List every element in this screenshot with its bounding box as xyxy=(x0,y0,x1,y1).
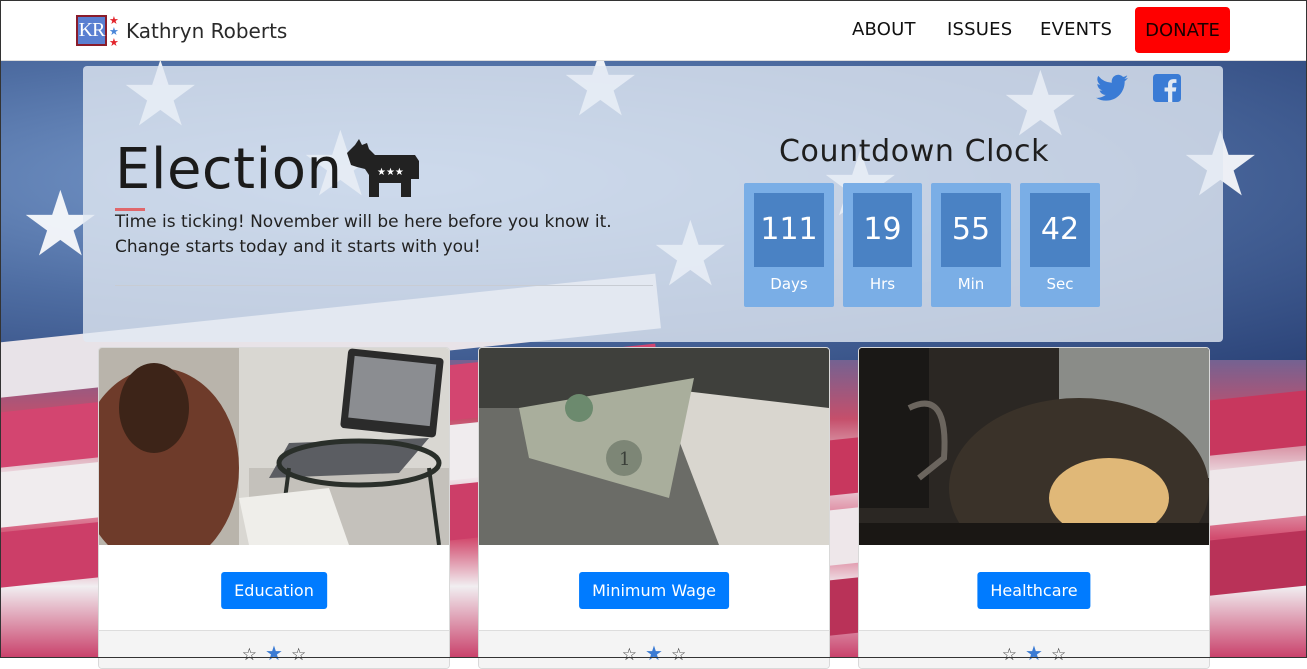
card-footer: ☆ ★ ☆ xyxy=(479,630,829,668)
facebook-icon[interactable] xyxy=(1153,74,1181,102)
star-outline-icon[interactable]: ☆ xyxy=(671,645,686,665)
star-outline-icon[interactable]: ☆ xyxy=(291,645,306,665)
countdown-hours: 19 Hrs xyxy=(843,183,922,307)
star-icon: ★ xyxy=(109,13,119,27)
logo-monogram: KR xyxy=(76,14,107,46)
mug-face-mask-photo xyxy=(859,348,1209,545)
countdown-seconds-value: 42 xyxy=(1030,193,1090,267)
countdown-minutes-label: Min xyxy=(957,275,985,293)
star-filled-icon[interactable]: ★ xyxy=(265,641,283,665)
countdown-days: 111 Days xyxy=(744,183,834,307)
student-laptop-photo xyxy=(99,348,449,545)
svg-text:★★★: ★★★ xyxy=(377,167,404,178)
countdown-seconds-label: Sec xyxy=(1046,275,1074,293)
star-filled-icon[interactable]: ★ xyxy=(645,641,663,665)
rating-stars: ☆ ★ ☆ xyxy=(618,641,690,665)
donate-button[interactable]: DONATE xyxy=(1135,7,1230,53)
brand-name: Kathryn Roberts xyxy=(126,19,288,43)
star-filled-icon[interactable]: ★ xyxy=(1025,641,1043,665)
star-icon: ★ xyxy=(109,35,119,49)
card-footer: ☆ ★ ☆ xyxy=(859,630,1209,668)
democrat-donkey-icon: ★★★ xyxy=(347,139,419,197)
star-outline-icon[interactable]: ☆ xyxy=(1002,645,1017,665)
nav-issues[interactable]: ISSUES xyxy=(947,19,1012,40)
card-footer: ☆ ★ ☆ xyxy=(99,630,449,668)
dollar-bill-photo: 1 xyxy=(479,348,829,545)
countdown-title: Countdown Clock xyxy=(779,134,1050,169)
hero-title: Election xyxy=(115,137,343,202)
star-outline-icon[interactable]: ☆ xyxy=(622,645,637,665)
navbar: KR ★ ★ ★ Kathryn Roberts ABOUT ISSUES EV… xyxy=(0,0,1307,61)
hero-divider xyxy=(115,285,653,286)
countdown-minutes: 55 Min xyxy=(931,183,1011,307)
issue-card-education: Education ☆ ★ ☆ xyxy=(98,347,450,669)
issue-card-healthcare: Healthcare ☆ ★ ☆ xyxy=(858,347,1210,669)
rating-stars: ☆ ★ ☆ xyxy=(238,641,310,665)
star-outline-icon[interactable]: ☆ xyxy=(1051,645,1066,665)
issue-card-minimum-wage: 1 Minimum Wage ☆ ★ ☆ xyxy=(478,347,830,669)
countdown-days-label: Days xyxy=(770,275,808,293)
countdown-minutes-value: 55 xyxy=(941,193,1001,267)
svg-text:1: 1 xyxy=(619,449,630,470)
nav-about[interactable]: ABOUT xyxy=(852,19,916,40)
rating-stars: ☆ ★ ☆ xyxy=(998,641,1070,665)
minimum-wage-button[interactable]: Minimum Wage xyxy=(579,572,729,609)
hero-message: Time is ticking! November will be here b… xyxy=(115,210,655,260)
nav-events[interactable]: EVENTS xyxy=(1040,19,1112,40)
education-button[interactable]: Education xyxy=(221,572,327,609)
twitter-icon[interactable] xyxy=(1096,74,1128,102)
countdown-hours-value: 19 xyxy=(853,193,912,267)
hero-line-1: Time is ticking! November will be here b… xyxy=(115,212,612,232)
hero-panel: Election ★★★ Time is ticking! November w… xyxy=(83,66,1223,342)
hero-line-2: Change starts today and it starts with y… xyxy=(115,237,481,257)
brand-link[interactable]: KR ★ ★ ★ Kathryn Roberts xyxy=(76,14,287,48)
healthcare-button[interactable]: Healthcare xyxy=(977,572,1091,609)
countdown-hours-label: Hrs xyxy=(869,275,896,293)
brand-logo: KR ★ ★ ★ xyxy=(76,13,122,49)
star-icon: ★ xyxy=(109,24,119,38)
star-outline-icon[interactable]: ☆ xyxy=(242,645,257,665)
countdown-days-value: 111 xyxy=(754,193,824,267)
countdown-seconds: 42 Sec xyxy=(1020,183,1100,307)
